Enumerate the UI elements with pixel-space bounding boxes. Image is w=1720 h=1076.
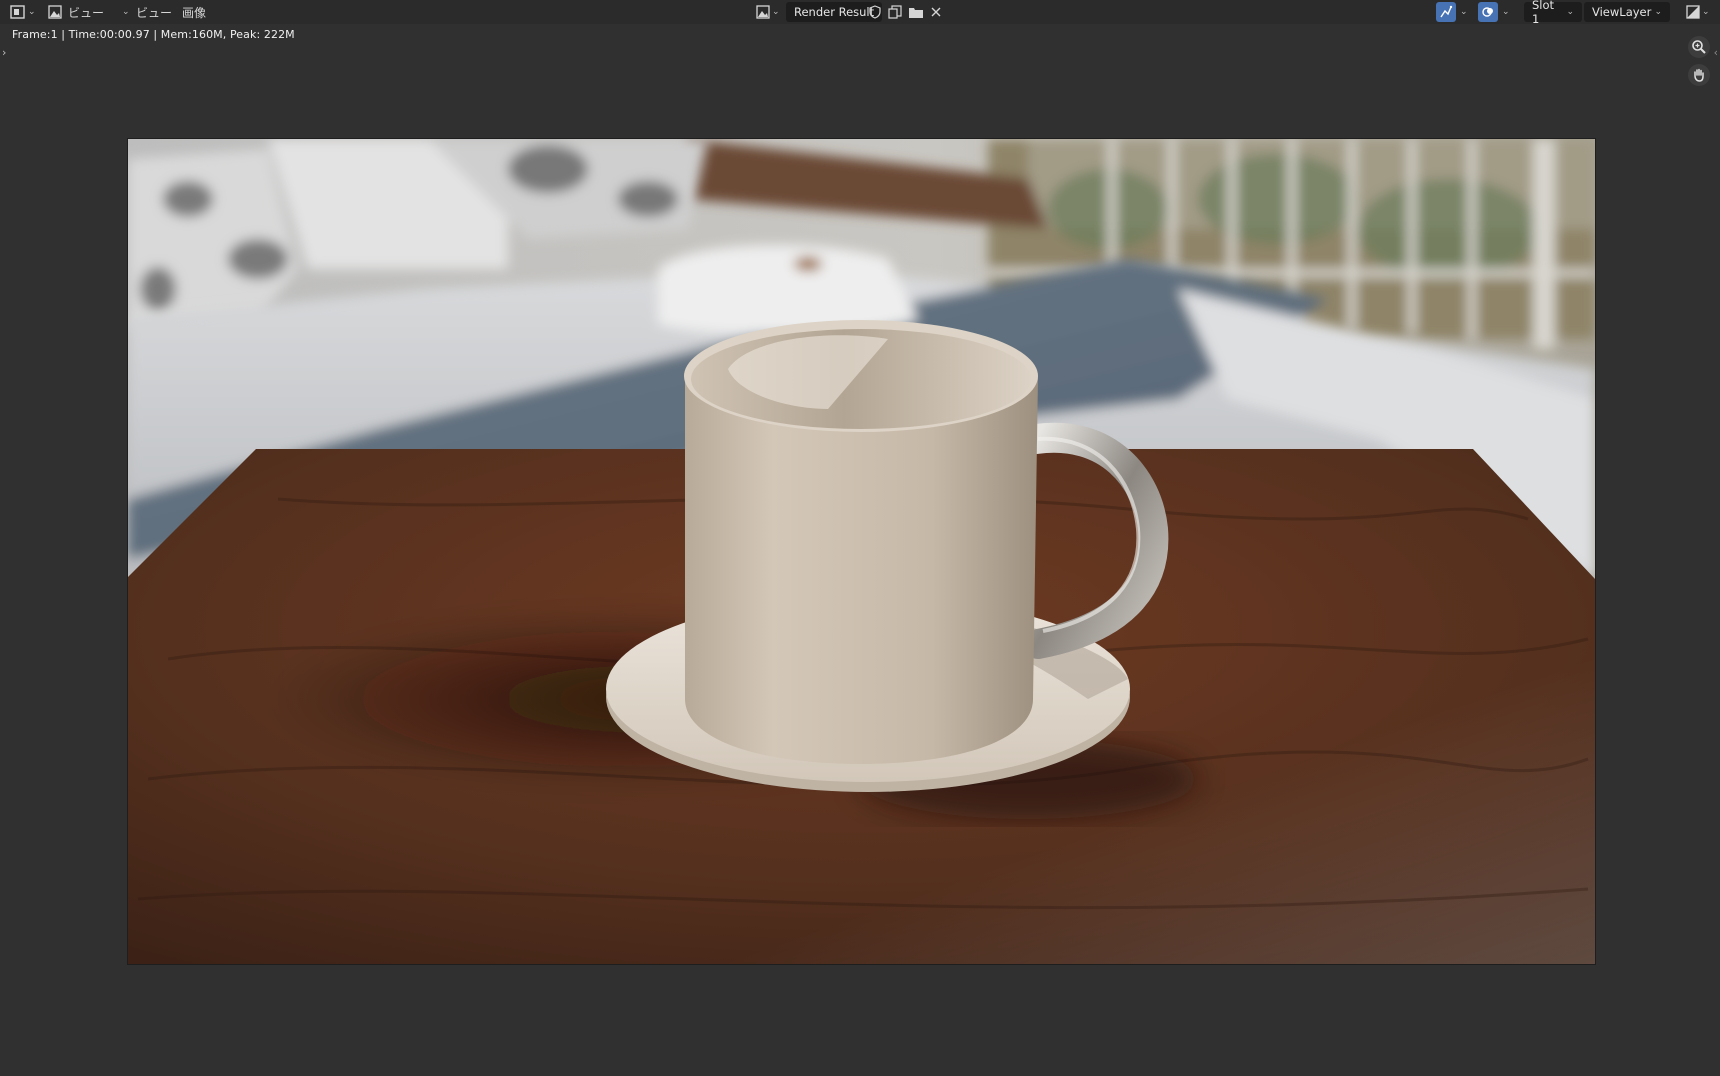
- view-mode-label: ビュー: [68, 5, 105, 20]
- image-browse-button[interactable]: ⌄: [756, 2, 780, 22]
- chevron-down-icon: ⌄: [772, 7, 780, 17]
- view-layer-label: ViewLayer: [1592, 5, 1652, 19]
- fake-user-button[interactable]: [868, 2, 882, 22]
- sample-tool-button[interactable]: ⌄: [1436, 2, 1468, 22]
- scope-icon: [1436, 2, 1456, 22]
- unlink-image-button[interactable]: [930, 2, 942, 22]
- image-icon: [756, 5, 770, 19]
- menu-image-label: 画像: [182, 5, 207, 20]
- chevron-down-icon: ⌄: [1460, 7, 1468, 17]
- image-icon: [48, 5, 62, 19]
- chevron-down-icon: ⌄: [1566, 7, 1574, 17]
- slot-selector[interactable]: Slot 1 ⌄: [1524, 0, 1582, 26]
- image-editor-icon: [10, 5, 25, 19]
- new-image-button[interactable]: [888, 2, 902, 22]
- render-status-text: Frame:1 | Time:00:00.97 | Mem:160M, Peak…: [12, 28, 295, 41]
- menu-view-label: ビュー: [136, 5, 173, 20]
- channels-icon: [1686, 5, 1700, 19]
- shield-icon: [869, 5, 881, 19]
- folder-icon: [909, 8, 923, 18]
- toolbar-expand-arrow[interactable]: ›: [2, 46, 6, 59]
- image-editor-header: ⌄ ビュー ⌄ ビュー 画像 ⌄ Render Result ⌄ ⌄ Slot …: [0, 0, 1720, 26]
- chevron-down-icon: ⌄: [1654, 7, 1662, 17]
- close-icon: [931, 7, 941, 17]
- render-result-image[interactable]: [127, 138, 1596, 965]
- editor-type-selector[interactable]: ⌄: [10, 2, 36, 22]
- sidebar-expand-arrow[interactable]: ‹: [1714, 46, 1718, 59]
- pan-button[interactable]: [1688, 64, 1710, 86]
- duplicate-icon: [888, 5, 902, 19]
- hand-icon: [1694, 68, 1704, 82]
- open-image-button[interactable]: [908, 2, 924, 22]
- render-scene: [128, 139, 1595, 964]
- display-mode-selector[interactable]: ビュー ⌄: [48, 2, 130, 22]
- chevron-down-icon: ⌄: [28, 7, 36, 17]
- overlay-icon: [1478, 2, 1498, 22]
- slot-label: Slot 1: [1532, 0, 1555, 26]
- menu-view[interactable]: ビュー: [130, 2, 178, 22]
- zoom-icon: [1692, 40, 1706, 54]
- overlay-button[interactable]: ⌄: [1478, 2, 1510, 22]
- menu-image[interactable]: 画像: [176, 2, 212, 22]
- view-layer-selector[interactable]: ViewLayer ⌄: [1584, 2, 1670, 22]
- zoom-button[interactable]: [1688, 36, 1710, 58]
- chevron-down-icon: ⌄: [122, 7, 130, 17]
- chevron-down-icon: ⌄: [1702, 7, 1710, 17]
- chevron-down-icon: ⌄: [1502, 7, 1510, 17]
- display-channels-selector[interactable]: ⌄: [1686, 2, 1710, 22]
